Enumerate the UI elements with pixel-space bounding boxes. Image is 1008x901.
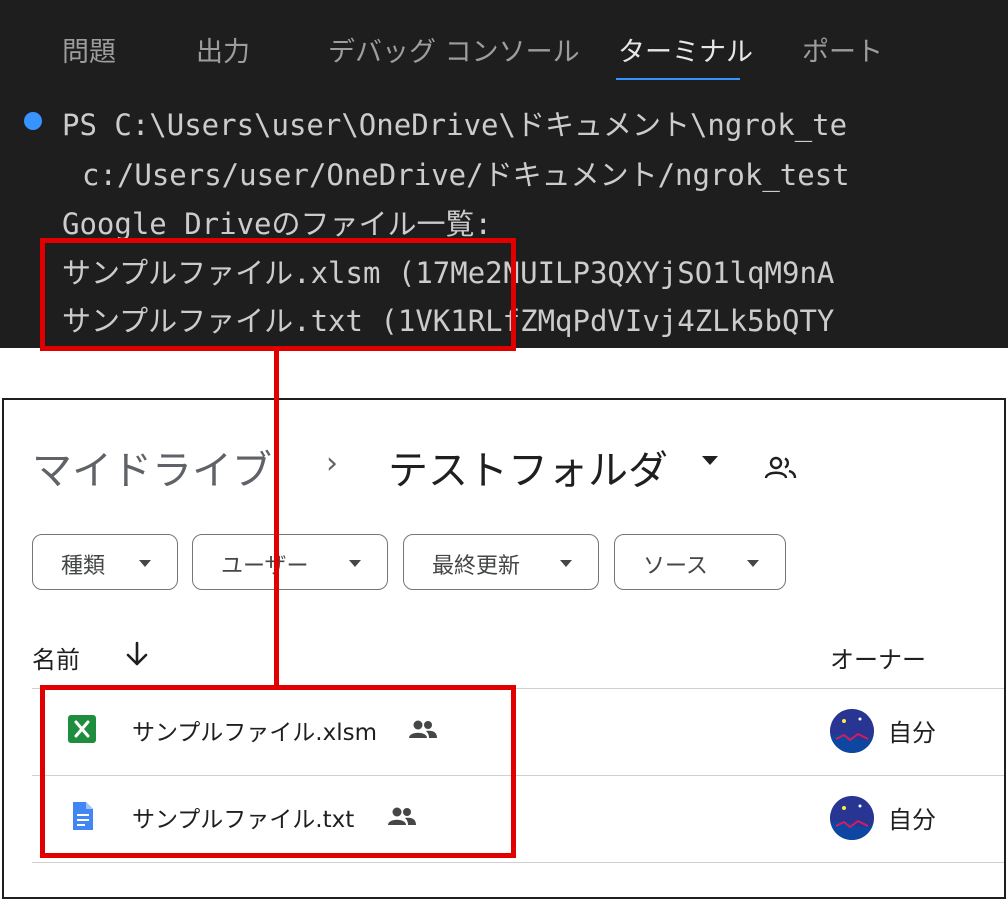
docs-icon bbox=[73, 802, 93, 830]
row-divider bbox=[32, 862, 1004, 863]
filter-type-label: 種類 bbox=[61, 554, 106, 579]
breadcrumb-my-drive[interactable]: マイドライブ bbox=[32, 438, 272, 496]
terminal-line-heading: Google Driveのファイル一覧: bbox=[62, 207, 492, 241]
sort-down-arrow-icon[interactable] bbox=[124, 640, 150, 668]
terminal-panel: 問題 出力 デバッグ コンソール ターミナル ポート PS C:\Users\u… bbox=[0, 0, 1008, 348]
terminal-tab-bar: 問題 出力 デバッグ コンソール ターミナル ポート bbox=[0, 0, 1008, 90]
active-tab-indicator bbox=[616, 78, 740, 80]
chevron-down-icon bbox=[139, 560, 151, 567]
drive-panel: マイドライブ › テストフォルダ 種類 ユーザー 最終更新 ソース 名前 オーナ… bbox=[2, 398, 1006, 899]
tab-debug-console[interactable]: デバッグ コンソール bbox=[328, 30, 580, 69]
command-status-dot-icon[interactable] bbox=[24, 112, 42, 130]
chevron-down-icon bbox=[560, 560, 572, 567]
filter-source-chip[interactable]: ソース bbox=[614, 534, 786, 590]
tab-output[interactable]: 出力 bbox=[196, 30, 250, 69]
tab-terminal[interactable]: ターミナル bbox=[618, 30, 753, 69]
file-name[interactable]: サンプルファイル.xlsm bbox=[132, 713, 377, 747]
terminal-line-prompt: PS C:\Users\user\OneDrive\ドキュメント\ngrok_t… bbox=[62, 108, 848, 142]
folder-menu-caret-icon[interactable] bbox=[702, 456, 718, 465]
tab-ports[interactable]: ポート bbox=[802, 30, 883, 69]
shared-people-icon bbox=[409, 720, 437, 738]
chevron-down-icon bbox=[349, 560, 361, 567]
filter-modified-chip[interactable]: 最終更新 bbox=[403, 534, 599, 590]
filter-user-label: ユーザー bbox=[221, 554, 309, 579]
terminal-line-command: c:/Users/user/OneDrive/ドキュメント/ngrok_test bbox=[82, 158, 850, 192]
filter-source-label: ソース bbox=[643, 554, 708, 579]
owner-name: 自分 bbox=[888, 719, 936, 747]
breadcrumb-current-folder[interactable]: テストフォルダ bbox=[388, 438, 668, 496]
chevron-down-icon bbox=[747, 560, 759, 567]
owner-avatar bbox=[830, 796, 874, 840]
column-header-name[interactable]: 名前 bbox=[32, 640, 80, 675]
tab-problems[interactable]: 問題 bbox=[62, 30, 116, 69]
breadcrumb-separator: › bbox=[326, 446, 338, 481]
shared-people-icon bbox=[388, 807, 416, 825]
owner-avatar bbox=[830, 709, 874, 753]
file-row[interactable]: サンプルファイル.xlsm 自分 bbox=[4, 689, 1004, 775]
owner-name: 自分 bbox=[888, 806, 936, 834]
file-name[interactable]: サンプルファイル.txt bbox=[132, 800, 354, 834]
excel-icon bbox=[68, 715, 96, 743]
filter-user-chip[interactable]: ユーザー bbox=[192, 534, 388, 590]
file-row[interactable]: サンプルファイル.txt 自分 bbox=[4, 776, 1004, 862]
shared-folder-icon bbox=[764, 456, 797, 479]
terminal-line-file-1: サンプルファイル.xlsm (17Me2NUILP3QXYjSO1lqM9nA bbox=[62, 256, 835, 290]
filter-type-chip[interactable]: 種類 bbox=[32, 534, 178, 590]
filter-modified-label: 最終更新 bbox=[432, 554, 521, 579]
terminal-line-file-2: サンプルファイル.txt (1VK1RLfZMqPdVIvj4ZLk5bQTY bbox=[62, 304, 835, 338]
column-header-owner[interactable]: オーナー bbox=[830, 640, 926, 675]
